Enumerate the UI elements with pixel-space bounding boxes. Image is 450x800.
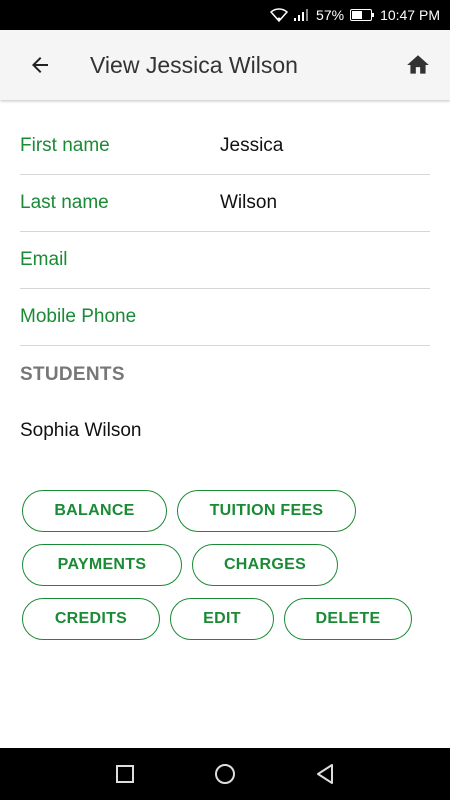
home-icon: [407, 55, 429, 74]
edit-button[interactable]: EDIT: [170, 598, 274, 640]
back-nav-button[interactable]: [295, 754, 355, 794]
student-item[interactable]: Sophia Wilson: [20, 420, 430, 442]
email-row: Email: [20, 232, 430, 289]
field-value: Jessica: [220, 135, 284, 156]
students-section-title: STUDENTS: [20, 364, 125, 385]
battery-icon: [350, 9, 375, 21]
delete-button[interactable]: DELETE: [284, 598, 412, 640]
balance-button[interactable]: BALANCE: [22, 490, 167, 532]
wifi-icon: [270, 8, 289, 22]
clock: 10:47 PM: [380, 7, 440, 23]
signal-icon: [294, 9, 310, 21]
last-name-row: Last name Wilson: [20, 175, 430, 232]
payments-button[interactable]: PAYMENTS: [22, 544, 182, 586]
charges-button[interactable]: CHARGES: [192, 544, 338, 586]
tuition-fees-button[interactable]: TUITION FEES: [177, 490, 356, 532]
status-bar: 57% 10:47 PM: [0, 0, 450, 30]
arrow-left-icon: [32, 57, 48, 73]
page-title: View Jessica Wilson: [90, 51, 298, 78]
battery-percent: 57%: [316, 7, 345, 23]
system-nav-bar: [0, 748, 450, 800]
mobile-phone-row: Mobile Phone: [20, 289, 430, 346]
app-bar: View Jessica Wilson: [0, 30, 450, 100]
field-label: Email: [20, 249, 68, 270]
triangle-back-icon: [317, 764, 333, 784]
home-nav-button[interactable]: [195, 754, 255, 794]
contact-details: First name Jessica Last name Wilson Emai…: [20, 118, 430, 442]
field-label: Mobile Phone: [20, 306, 137, 327]
recents-button[interactable]: [95, 754, 155, 794]
circle-icon: [215, 764, 235, 784]
field-label: Last name: [20, 192, 109, 213]
home-button[interactable]: [398, 45, 438, 85]
credits-button[interactable]: CREDITS: [22, 598, 160, 640]
back-button[interactable]: [20, 45, 60, 85]
square-icon: [116, 765, 134, 783]
action-buttons: BALANCE TUITION FEES PAYMENTS CHARGES CR…: [22, 490, 422, 640]
first-name-row: First name Jessica: [20, 118, 430, 175]
field-value: Wilson: [220, 192, 278, 213]
field-label: First name: [20, 135, 110, 156]
